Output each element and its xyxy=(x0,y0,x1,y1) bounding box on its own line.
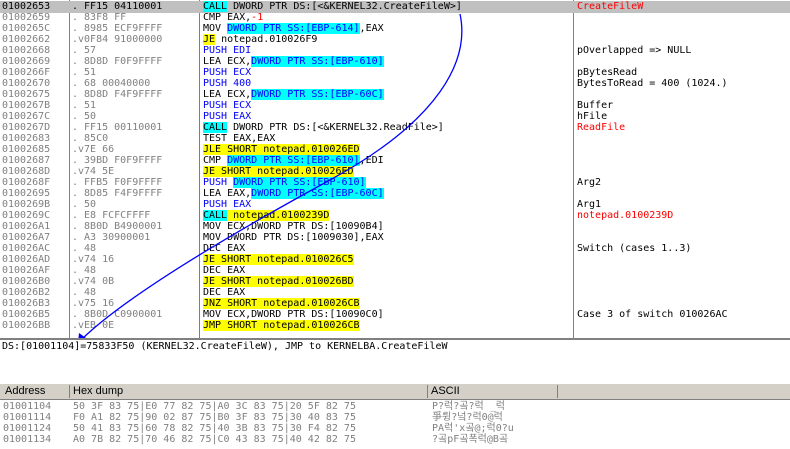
instruction-token: CALL xyxy=(203,122,228,133)
comment-token: BytesToRead = 400 (1024.) xyxy=(577,78,728,89)
instruction-token: JE xyxy=(203,34,216,45)
instruction-token: DWORD PTR DS:[<&KERNEL32.ReadFile>] xyxy=(227,122,444,133)
instruction-token: CMP xyxy=(203,155,228,166)
instruction-token: PUSH ECX xyxy=(203,100,252,111)
comment-token: ReadFile xyxy=(577,122,626,133)
instruction-token: JNZ SHORT notepad.010026CB xyxy=(203,298,360,309)
dump-row[interactable]: 01001114 F0 A1 82 75|90 02 87 75|B0 3F 83… xyxy=(0,412,790,423)
instruction-token: JE SHORT notepad.010026ED xyxy=(203,166,354,177)
instruction-token: JE SHORT notepad.010026C5 xyxy=(203,254,354,265)
column-header-address[interactable]: Address xyxy=(2,385,70,398)
comment-token: Arg2 xyxy=(577,177,602,188)
instruction-token: CALL xyxy=(203,210,228,221)
info-pane: DS:[01001104]=75833F50 (KERNEL32.CreateF… xyxy=(0,338,790,386)
comment-token: pOverlapped => NULL xyxy=(577,45,692,56)
row-instruction: JMP SHORT notepad.010026CB xyxy=(203,320,573,332)
comment-token: notepad.0100239D xyxy=(577,210,674,221)
dump-hex: F0 A1 82 75|90 02 87 75|B0 3F 83 75|30 4… xyxy=(73,412,356,423)
info-text: DS:[01001104]=75833F50 (KERNEL32.CreateF… xyxy=(2,341,448,352)
dump-row[interactable]: 01001134 A0 7B 82 75|70 46 82 75|C0 43 83… xyxy=(0,434,790,445)
instruction-token: JMP SHORT notepad.010026CB xyxy=(203,320,360,331)
instruction-token: JLE SHORT notepad.010026ED xyxy=(203,144,360,155)
instruction-token: DWORD PTR SS:[EBP-610] xyxy=(251,56,384,67)
column-header-hex[interactable]: Hex dump xyxy=(70,385,428,398)
instruction-token: PUSH EAX xyxy=(203,111,252,122)
dump-address: 01001124 xyxy=(3,423,52,434)
instruction-token: PUSH EDI xyxy=(203,45,252,56)
comment-token: hFile xyxy=(577,111,608,122)
dump-row[interactable]: 01001104 50 3F 83 75|E0 77 82 75|A0 3C 83… xyxy=(0,401,790,412)
disasm-row[interactable]: 010026BB .vEB 0E JMP SHORT notepad.010026C… xyxy=(0,320,790,332)
instruction-token: MOV xyxy=(203,23,228,34)
dump-hex: A0 7B 82 75|70 46 82 75|C0 43 83 75|40 4… xyxy=(73,434,356,445)
instruction-token: notepad.0100239D xyxy=(227,210,330,221)
instruction-token: DWORD PTR SS:[EBP-614] xyxy=(227,23,360,34)
instruction-token: JE SHORT notepad.010026BD xyxy=(203,276,354,287)
dump-ascii: P?럭?곸?럭 _럭 xyxy=(432,401,505,412)
dump-hex: 50 3F 83 75|E0 77 82 75|A0 3C 83 75|20 5… xyxy=(73,401,356,412)
dump-address: 01001134 xyxy=(3,434,52,445)
instruction-token: ,EAX xyxy=(359,23,384,34)
instruction-token: TEST EAX,EAX xyxy=(203,133,276,144)
dump-row[interactable]: 01001124 50 41 83 75|60 78 82 75|40 3B 83… xyxy=(0,423,790,434)
dump-header: Address Hex dump ASCII xyxy=(0,384,790,400)
row-hex: .vEB 0E xyxy=(72,320,115,331)
instruction-token: PUSH 400 xyxy=(203,78,252,89)
instruction-token: MOV ECX,DWORD PTR DS:[10090C0] xyxy=(203,309,384,320)
row-address: 010026BB xyxy=(2,320,51,331)
dump-hex: 50 41 83 75|60 78 82 75|40 3B 83 75|30 F… xyxy=(73,423,356,434)
dump-address: 01001104 xyxy=(3,401,52,412)
instruction-token: DEC EAX xyxy=(203,265,246,276)
column-header-ascii[interactable]: ASCII xyxy=(428,385,558,398)
instruction-token: DWORD PTR SS:[EBP-610] xyxy=(233,177,366,188)
dump-ascii: PA럭'x곸@;럭0?u xyxy=(432,423,514,434)
comment-token: Buffer xyxy=(577,100,614,111)
instruction-token: PUSH xyxy=(203,177,234,188)
instruction-token: -1 xyxy=(251,12,264,23)
instruction-token: notepad.010026F9 xyxy=(215,34,318,45)
comment-token: pBytesRead xyxy=(577,67,638,78)
instruction-token: DWORD PTR DS:[<&KERNEL32.CreateFileW>] xyxy=(227,1,462,12)
comment-token: Case 3 of switch 010026AC xyxy=(577,309,728,320)
comment-token: Arg1 xyxy=(577,199,602,210)
instruction-token: DEC EAX xyxy=(203,243,246,254)
instruction-token: DEC EAX xyxy=(203,287,246,298)
comment-token: Switch (cases 1..3) xyxy=(577,243,692,254)
dump-ascii: 爭륑?넠?럭0@럭 xyxy=(432,412,503,423)
disassembly-pane[interactable]: 01002653. FF15 04110001 CALL DWORD PTR DS… xyxy=(0,0,790,338)
instruction-token: LEA EAX, xyxy=(203,188,252,199)
hex-dump-pane[interactable]: Address Hex dump ASCII 01001104 50 3F 83 … xyxy=(0,384,790,449)
instruction-token: LEA ECX, xyxy=(203,89,252,100)
instruction-token: LEA ECX, xyxy=(203,56,252,67)
instruction-token: MOV ECX,DWORD PTR DS:[10090B4] xyxy=(203,221,384,232)
instruction-token: DWORD PTR SS:[EBP-610] xyxy=(227,155,360,166)
comment-token: CreateFileW xyxy=(577,1,644,12)
instruction-token: ,EDI xyxy=(359,155,384,166)
instruction-token: DWORD PTR SS:[EBP-60C] xyxy=(251,188,384,199)
instruction-token: CMP EAX, xyxy=(203,12,252,23)
instruction-token: PUSH EAX xyxy=(203,199,252,210)
dump-ascii: ?곸pF곸폭럭@B곸 xyxy=(432,434,509,445)
dump-address: 01001114 xyxy=(3,412,52,423)
instruction-token: MOV DWORD PTR DS:[1009030],EAX xyxy=(203,232,384,243)
instruction-token: CALL xyxy=(203,1,228,12)
instruction-token: PUSH ECX xyxy=(203,67,252,78)
instruction-token: DWORD PTR SS:[EBP-60C] xyxy=(251,89,384,100)
